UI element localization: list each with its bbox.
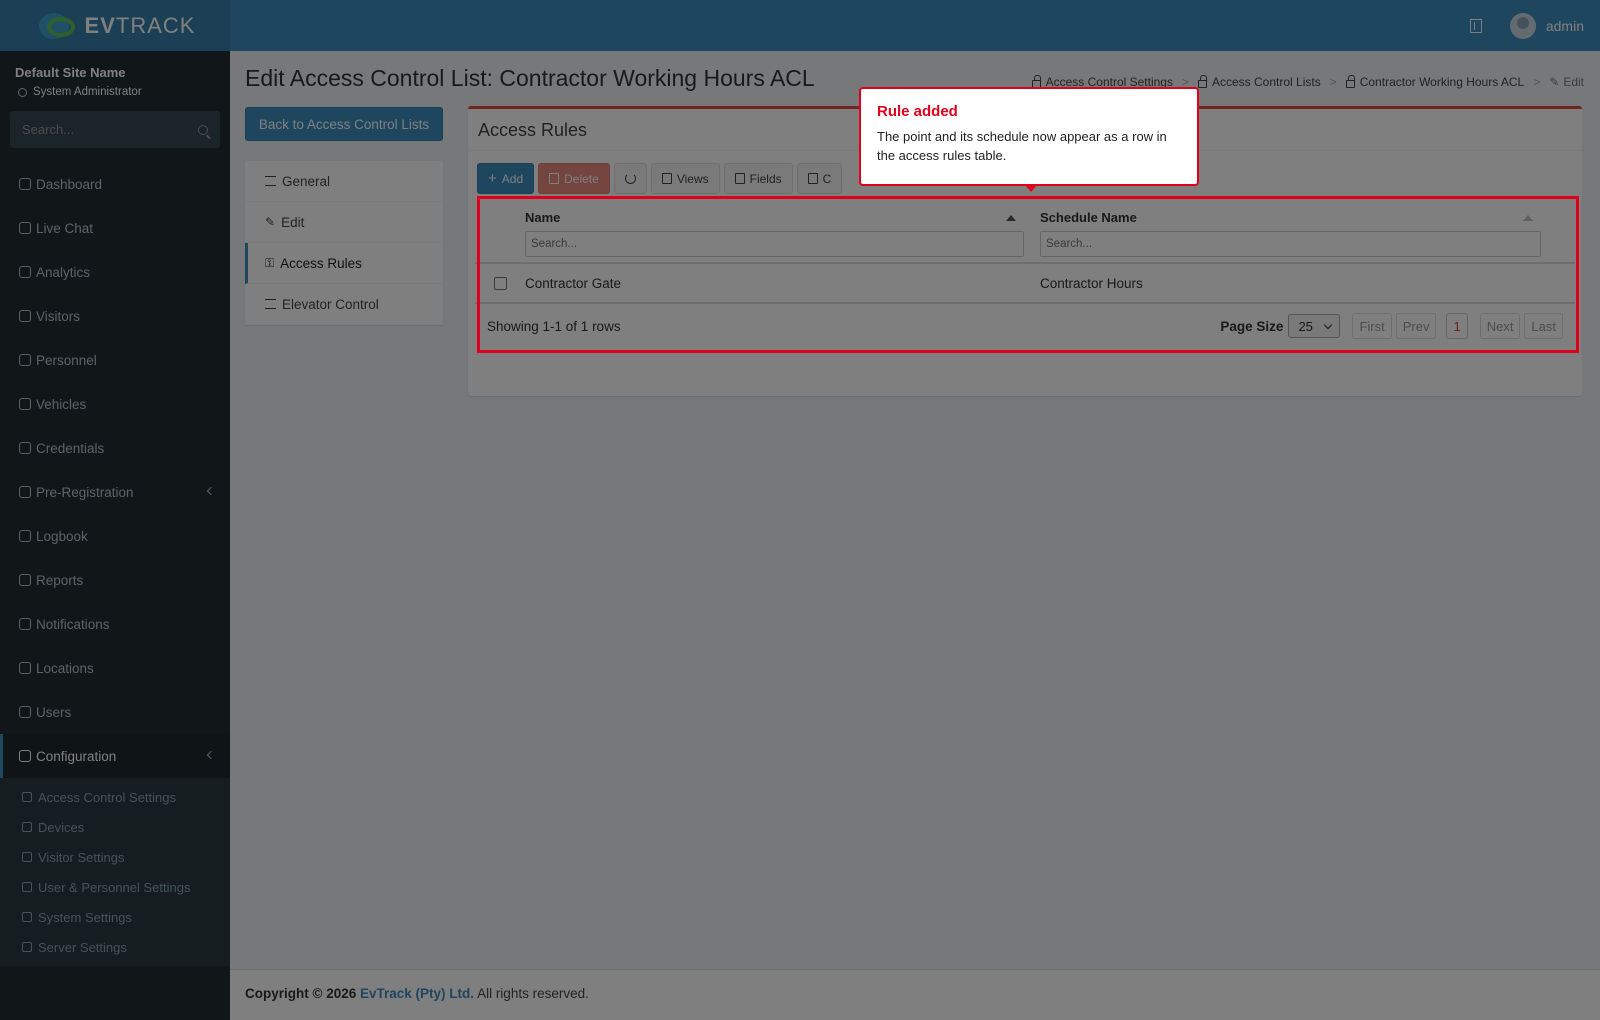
main-content: Edit Access Control List: Contractor Wor… xyxy=(230,51,1600,970)
eye-icon xyxy=(19,310,31,322)
sidebar-item-visitors[interactable]: Visitors xyxy=(0,294,230,338)
submenu-item-server-settings[interactable]: Server Settings xyxy=(0,932,230,962)
columns-button[interactable]: C xyxy=(796,163,843,194)
chat-icon xyxy=(19,618,31,630)
sidebar-item-locations[interactable]: Locations xyxy=(0,646,230,690)
sidebar-item-pre-registration[interactable]: Pre-Registration xyxy=(0,470,230,514)
pencil-icon: ✎ xyxy=(1549,75,1560,89)
sidebar-item-dashboard[interactable]: Dashboard xyxy=(0,162,230,206)
sidebar-item-live-chat[interactable]: Live Chat xyxy=(0,206,230,250)
top-navbar: EVTRACK admin xyxy=(0,0,1600,51)
grid-toolbar: + Add Delete Views Fields C xyxy=(477,163,846,194)
key-icon: ⚿ xyxy=(265,255,275,270)
logo-icon xyxy=(35,11,79,41)
book-icon xyxy=(19,530,31,542)
submenu-item-visitor-settings[interactable]: Visitor Settings xyxy=(0,842,230,872)
back-button[interactable]: Back to Access Control Lists xyxy=(245,107,443,141)
page-footer: Copyright © 2026 EvTrack (Pty) Ltd. All … xyxy=(230,969,1600,1020)
submenu-item-access-control-settings[interactable]: Access Control Settings xyxy=(0,782,230,812)
breadcrumb-current: ✎ Edit xyxy=(1549,75,1584,89)
views-button[interactable]: Views xyxy=(650,163,720,194)
breadcrumb-item[interactable]: Contractor Working Hours ACL xyxy=(1345,74,1524,89)
building-icon xyxy=(19,662,31,674)
nav-item-access-rules[interactable]: ⚿ Access Rules xyxy=(245,243,443,284)
lock-icon xyxy=(22,792,32,802)
refresh-button[interactable] xyxy=(613,163,647,194)
personnel-icon xyxy=(19,354,31,366)
lock-icon xyxy=(1198,74,1207,88)
users-icon xyxy=(22,882,32,892)
username[interactable]: admin xyxy=(1546,18,1584,34)
plus-icon: + xyxy=(488,170,497,187)
sidebar-item-personnel[interactable]: Personnel xyxy=(0,338,230,382)
gear-icon xyxy=(19,750,31,762)
sliders-icon xyxy=(22,912,32,922)
submenu-item-user-personnel-settings[interactable]: User & Personnel Settings xyxy=(0,872,230,902)
sidebar-item-reports[interactable]: Reports xyxy=(0,558,230,602)
arrows-icon xyxy=(19,486,31,498)
search-input[interactable]: Search... xyxy=(22,122,74,137)
sidebar-item-configuration[interactable]: Configuration xyxy=(0,734,230,778)
page-title: Edit Access Control List: Contractor Wor… xyxy=(245,65,815,91)
breadcrumb-item[interactable]: Access Control Lists xyxy=(1198,74,1321,89)
user-menu: admin xyxy=(1469,0,1584,51)
edit-nav: General ✎ Edit ⚿ Access Rules Elevator Con… xyxy=(245,161,443,325)
tooltip-body: The point and its schedule now appear as… xyxy=(877,129,1167,163)
refresh-icon xyxy=(624,173,636,184)
chevron-left-icon xyxy=(206,750,216,760)
user-role: System Administrator xyxy=(0,80,230,98)
fields-button[interactable]: Fields xyxy=(723,163,793,194)
list-icon xyxy=(265,176,276,186)
search-icon[interactable] xyxy=(198,124,208,135)
list-icon xyxy=(807,173,818,184)
headset-icon xyxy=(19,222,31,234)
columns-icon xyxy=(734,173,745,184)
pencil-icon: ✎ xyxy=(265,215,276,229)
highlight-frame xyxy=(477,196,1579,353)
lock-icon xyxy=(1345,74,1355,88)
server-icon xyxy=(22,942,32,952)
sort-icon xyxy=(265,299,276,309)
bookmark-icon xyxy=(661,173,672,184)
logo[interactable]: EVTRACK xyxy=(0,0,230,51)
tooltip-arrow xyxy=(1025,185,1037,192)
trash-icon xyxy=(549,173,560,184)
car-icon xyxy=(19,398,31,410)
delete-button[interactable]: Delete xyxy=(538,163,610,194)
sidebar-item-notifications[interactable]: Notifications xyxy=(0,602,230,646)
submenu-item-system-settings[interactable]: System Settings xyxy=(0,902,230,932)
nav-item-general[interactable]: General xyxy=(245,161,443,202)
user-icon xyxy=(18,87,27,97)
sidebar-item-analytics[interactable]: Analytics xyxy=(0,250,230,294)
chevron-left-icon xyxy=(206,486,216,496)
chart-icon xyxy=(19,574,31,586)
footer-brand-link[interactable]: EvTrack (Pty) Ltd. xyxy=(360,986,474,1001)
building-icon[interactable] xyxy=(1469,18,1482,33)
nav-item-edit[interactable]: ✎ Edit xyxy=(245,202,443,243)
avatar[interactable] xyxy=(1509,12,1536,39)
users-icon xyxy=(19,706,31,718)
tooltip-title: Rule added xyxy=(877,103,958,120)
submenu-item-devices[interactable]: Devices xyxy=(0,812,230,842)
id-card-icon xyxy=(19,442,31,454)
tutorial-tooltip: Rule added The point and its schedule no… xyxy=(859,87,1199,192)
sidebar-item-credentials[interactable]: Credentials xyxy=(0,426,230,470)
nav-item-elevator-control[interactable]: Elevator Control xyxy=(245,284,443,325)
eye-icon xyxy=(22,852,32,862)
configuration-submenu: Access Control Settings Devices Visitor … xyxy=(0,778,230,966)
logo-text: EVTRACK xyxy=(84,12,196,38)
dashboard-icon xyxy=(19,178,31,190)
sidebar-item-users[interactable]: Users xyxy=(0,690,230,734)
sidebar-item-vehicles[interactable]: Vehicles xyxy=(0,382,230,426)
sidebar-item-logbook[interactable]: Logbook xyxy=(0,514,230,558)
add-button[interactable]: + Add xyxy=(477,163,535,194)
analytics-icon xyxy=(19,266,31,278)
sidebar-menu: Dashboard Live Chat Analytics Visitors P… xyxy=(0,162,230,966)
sidebar: Default Site Name System Administrator S… xyxy=(0,51,230,1020)
sidebar-search[interactable]: Search... xyxy=(10,111,220,148)
device-icon xyxy=(22,822,32,832)
site-name: Default Site Name xyxy=(15,65,126,80)
